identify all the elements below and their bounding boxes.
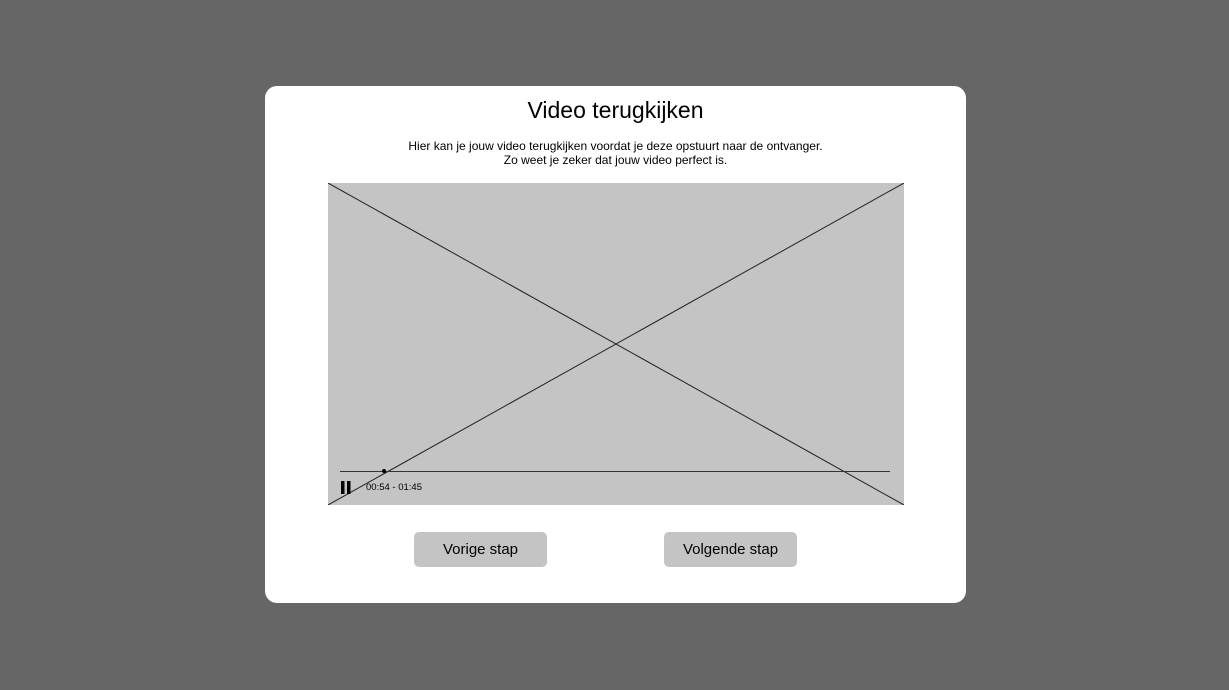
description-line-1: Hier kan je jouw video terugkijken voord… [408,139,823,153]
next-step-button[interactable]: Volgende stap [664,532,797,567]
dialog-title: Video terugkijken [527,97,704,123]
dialog-description: Hier kan je jouw video terugkijken voord… [265,139,966,167]
video-placeholder-image [328,183,904,505]
video-progress-handle[interactable] [382,469,386,473]
video-progress-bar[interactable] [340,471,890,472]
previous-step-button[interactable]: Vorige stap [414,532,547,567]
video-time-display: 00:54 - 01:45 [366,482,422,493]
video-player[interactable]: 00:54 - 01:45 [328,183,904,505]
description-line-2: Zo weet je zeker dat jouw video perfect … [503,152,728,167]
pause-icon[interactable] [341,481,351,494]
review-video-dialog: Video terugkijken Hier kan je jouw video… [265,86,966,603]
